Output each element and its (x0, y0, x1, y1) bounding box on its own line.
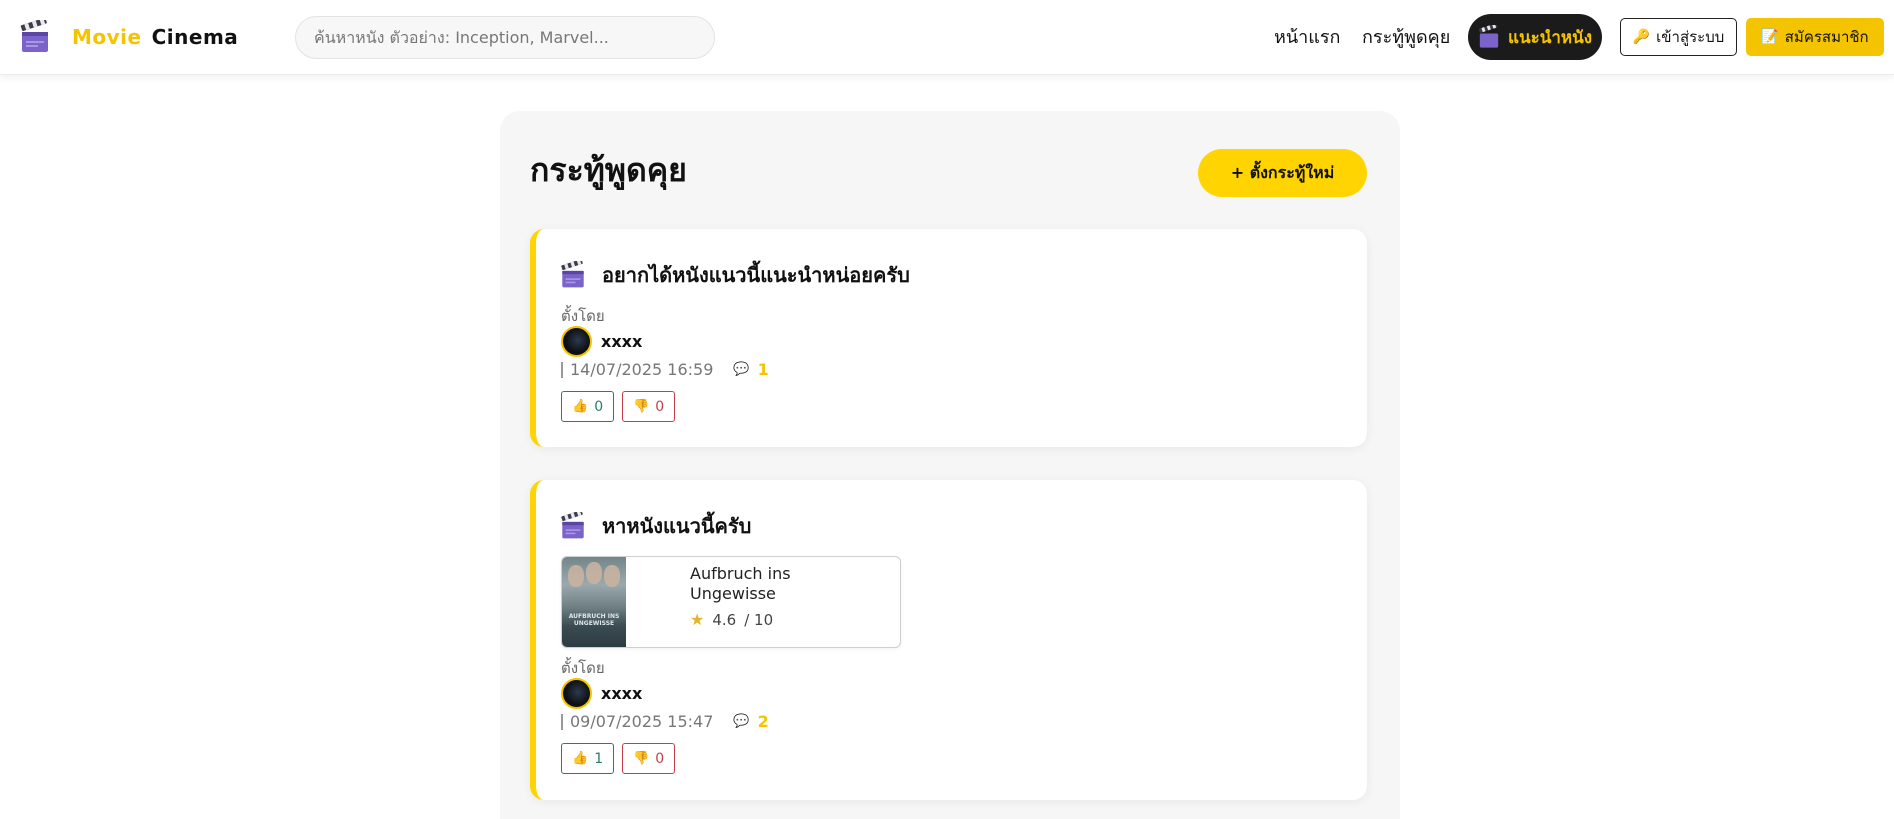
dislike-button[interactable]: 👎 0 (622, 743, 676, 774)
clapperboard-icon (561, 512, 584, 539)
nav-link-home[interactable]: หน้าแรก (1274, 22, 1340, 51)
movie-name: Aufbruch ins Ungewisse (690, 564, 791, 603)
clapperboard-icon (20, 20, 48, 52)
comment-count: 1 (757, 360, 769, 379)
thumbs-down-icon: 👎 (633, 399, 650, 414)
brand-logo[interactable]: Movie Cinema (20, 18, 238, 56)
clapperboard-icon (561, 261, 584, 288)
rating-value: 4.6 (712, 610, 737, 629)
brand-name: Movie Cinema (72, 25, 238, 49)
post-title-row[interactable]: หาหนังแนวนี้ครับ (560, 510, 751, 542)
memo-icon: 📝 (1761, 29, 1779, 45)
post-card[interactable]: อยากได้หนังแนวนี้แนะนำหน่อยครับ ตั้งโดย … (530, 229, 1367, 447)
brand-word-cinema: Cinema (151, 25, 239, 49)
speech-bubble-icon: 💬 (733, 714, 750, 729)
author-name: xxxx (601, 684, 643, 703)
key-icon: 🔑 (1632, 29, 1651, 45)
post-author[interactable]: xxxx (561, 678, 642, 709)
like-button[interactable]: 👍 1 (561, 743, 615, 774)
speech-bubble-icon: 💬 (733, 362, 750, 377)
post-card[interactable]: หาหนังแนวนี้ครับ AUFBRUCH INS UNGEWISSE … (530, 480, 1367, 800)
clapperboard-icon (1478, 25, 1499, 48)
avatar (561, 326, 592, 357)
thumbs-down-icon: 👎 (633, 751, 650, 766)
nav-recommend-label: แนะนำหนัง (1507, 27, 1592, 48)
brand-word-movie: Movie (72, 25, 142, 49)
rating-max: / 10 (744, 610, 774, 629)
post-title-row[interactable]: อยากได้หนังแนวนี้แนะนำหน่อยครับ (560, 259, 910, 291)
poster-figure (568, 565, 584, 587)
post-meta: 09/07/2025 15:47 💬 2 (561, 712, 769, 731)
search-input[interactable] (295, 16, 715, 59)
new-topic-button[interactable]: + ตั้งกระทู้ใหม่ (1198, 149, 1367, 197)
dislike-count: 0 (655, 398, 665, 415)
avatar (561, 678, 592, 709)
meta-divider (561, 713, 563, 730)
meta-divider (561, 361, 563, 378)
poster-title: AUFBRUCH INS UNGEWISSE (568, 613, 620, 627)
login-button[interactable]: 🔑 เข้าสู่ระบบ (1620, 18, 1737, 56)
login-label: เข้าสู่ระบบ (1656, 28, 1725, 46)
movie-card[interactable]: AUFBRUCH INS UNGEWISSE Aufbruch ins Unge… (561, 556, 901, 648)
nav-recommend-button[interactable]: แนะนำหนัง (1468, 14, 1602, 60)
top-navbar: Movie Cinema หน้าแรก กระทู้พูดคุย แนะนำหน… (0, 0, 1894, 75)
post-title: อยากได้หนังแนวนี้แนะนำหน่อยครับ (602, 263, 910, 287)
post-datetime: 09/07/2025 15:47 (570, 712, 714, 731)
post-title: หาหนังแนวนี้ครับ (602, 514, 752, 538)
comment-count: 2 (757, 712, 769, 731)
register-button[interactable]: 📝 สมัครสมาชิก (1746, 18, 1884, 56)
page-title: กระทู้พูดคุย (530, 151, 687, 189)
star-icon: ★ (690, 610, 705, 629)
post-meta: 14/07/2025 16:59 💬 1 (561, 360, 769, 379)
like-button[interactable]: 👍 0 (561, 391, 615, 422)
vote-buttons: 👍 0 👎 0 (561, 391, 676, 422)
register-label: สมัครสมาชิก (1784, 28, 1869, 46)
poster-figure (604, 565, 620, 587)
movie-poster: AUFBRUCH INS UNGEWISSE (562, 557, 626, 647)
posted-by-label: ตั้งโดย (561, 307, 605, 325)
posted-by-label: ตั้งโดย (561, 659, 605, 677)
movie-rating: ★ 4.6 / 10 (690, 610, 773, 629)
poster-figure (586, 562, 602, 584)
dislike-button[interactable]: 👎 0 (622, 391, 676, 422)
post-datetime: 14/07/2025 16:59 (570, 360, 714, 379)
author-name: xxxx (601, 332, 643, 351)
nav-link-board[interactable]: กระทู้พูดคุย (1362, 22, 1450, 51)
vote-buttons: 👍 1 👎 0 (561, 743, 676, 774)
thumbs-up-icon: 👍 (572, 399, 589, 414)
like-count: 0 (594, 398, 604, 415)
dislike-count: 0 (655, 750, 665, 767)
post-author[interactable]: xxxx (561, 326, 642, 357)
thumbs-up-icon: 👍 (572, 751, 589, 766)
like-count: 1 (594, 750, 604, 767)
